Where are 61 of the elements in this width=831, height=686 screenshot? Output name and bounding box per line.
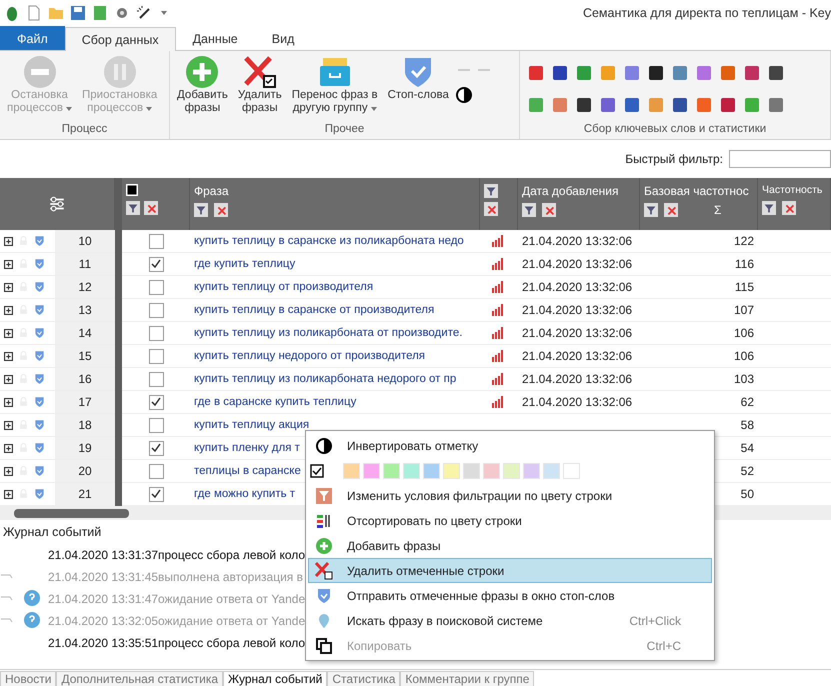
sum-sign: Σ <box>714 203 722 217</box>
log-message: ожидание ответа от Yande <box>158 592 306 606</box>
phrase-cell: купить теплицу в саранске от производителя <box>194 304 434 316</box>
frequency-cell: 58 <box>740 418 754 432</box>
frequency-cell: 107 <box>734 303 754 317</box>
phrase-cell: купить теплицу из поликарбоната недорого от пр <box>194 373 456 385</box>
filter-label: Быстрый фильтр: <box>625 152 723 166</box>
log-time: 21.04.2020 13:31:47 <box>48 592 158 606</box>
row-number-cell: 21 <box>55 483 115 506</box>
date-cell: 21.04.2020 13:32:06 <box>522 303 632 317</box>
row-number-cell: 12 <box>55 276 115 299</box>
log-message: процесс сбора левой коло <box>158 636 306 650</box>
log-time: 21.04.2020 13:31:37 <box>48 548 158 562</box>
date-cell: 21.04.2020 13:32:06 <box>522 234 632 248</box>
group-label: Сбор ключевых слов и статистики <box>582 123 768 137</box>
row-number-cell: 16 <box>55 368 115 391</box>
log-time: 21.04.2020 13:31:45 <box>48 570 158 584</box>
row-number-cell: 15 <box>55 345 115 368</box>
phrase-cell: купить теплицу недорого от производителя <box>194 350 426 362</box>
phrase-cell: где в саранске купить теплицу <box>194 396 356 408</box>
frequency-cell: 115 <box>734 280 754 294</box>
row-number-cell: 11 <box>55 253 115 276</box>
log-title: Журнал событий <box>3 524 102 541</box>
phrase-cell: где купить теплицу <box>194 258 296 270</box>
phrase-cell: купить теплицу в саранске из поликарбоната недо <box>194 235 464 247</box>
frequency-cell: 52 <box>740 464 754 478</box>
frequency-cell: 62 <box>740 395 754 409</box>
date-cell: 21.04.2020 13:32:06 <box>522 257 632 271</box>
frequency-cell: 103 <box>734 372 754 386</box>
frequency-cell: 50 <box>740 487 754 501</box>
row-number-cell: 13 <box>55 299 115 322</box>
window-title: Семантика для директа по теплицам - Key <box>582 6 831 20</box>
date-cell: 21.04.2020 13:32:06 <box>522 349 632 363</box>
phrase-cell: теплицы в саранске <box>194 465 301 477</box>
row-number-cell: 18 <box>55 414 115 437</box>
frequency-cell: 116 <box>734 257 754 271</box>
row-number-cell: 10 <box>55 230 115 253</box>
group-label: Прочее <box>324 123 366 137</box>
date-cell: 21.04.2020 13:32:06 <box>522 395 632 409</box>
frequency-cell: 122 <box>734 234 754 248</box>
row-number-cell: 20 <box>55 460 115 483</box>
phrase-cell: купить теплицу из поликарбоната от производите. <box>194 327 462 339</box>
date-cell: 21.04.2020 13:32:06 <box>522 280 632 294</box>
log-time: 21.04.2020 13:32:05 <box>48 614 158 628</box>
row-number-cell: 19 <box>55 437 115 460</box>
phrase-cell: купить пленку для т <box>194 442 300 454</box>
row-number-cell: 17 <box>55 391 115 414</box>
log-message: процесс сбора левой коло <box>158 548 306 562</box>
group-label: Процесс <box>60 123 108 137</box>
frequency-cell: 106 <box>734 349 754 363</box>
phrase-cell: купить теплицу от производителя <box>194 281 374 293</box>
log-message: ожидание ответа от Yande <box>158 614 306 628</box>
date-cell: 21.04.2020 13:32:06 <box>522 326 632 340</box>
row-number-cell: 14 <box>55 322 115 345</box>
log-time: 21.04.2020 13:35:51 <box>48 636 158 650</box>
frequency-cell: 106 <box>734 326 754 340</box>
log-message: выполнена авторизация в <box>158 570 304 584</box>
phrase-cell: купить теплицу акция <box>194 419 310 431</box>
frequency-cell: 54 <box>740 441 754 455</box>
phrase-cell: где можно купить т <box>194 488 296 500</box>
date-cell: 21.04.2020 13:32:06 <box>522 372 632 386</box>
